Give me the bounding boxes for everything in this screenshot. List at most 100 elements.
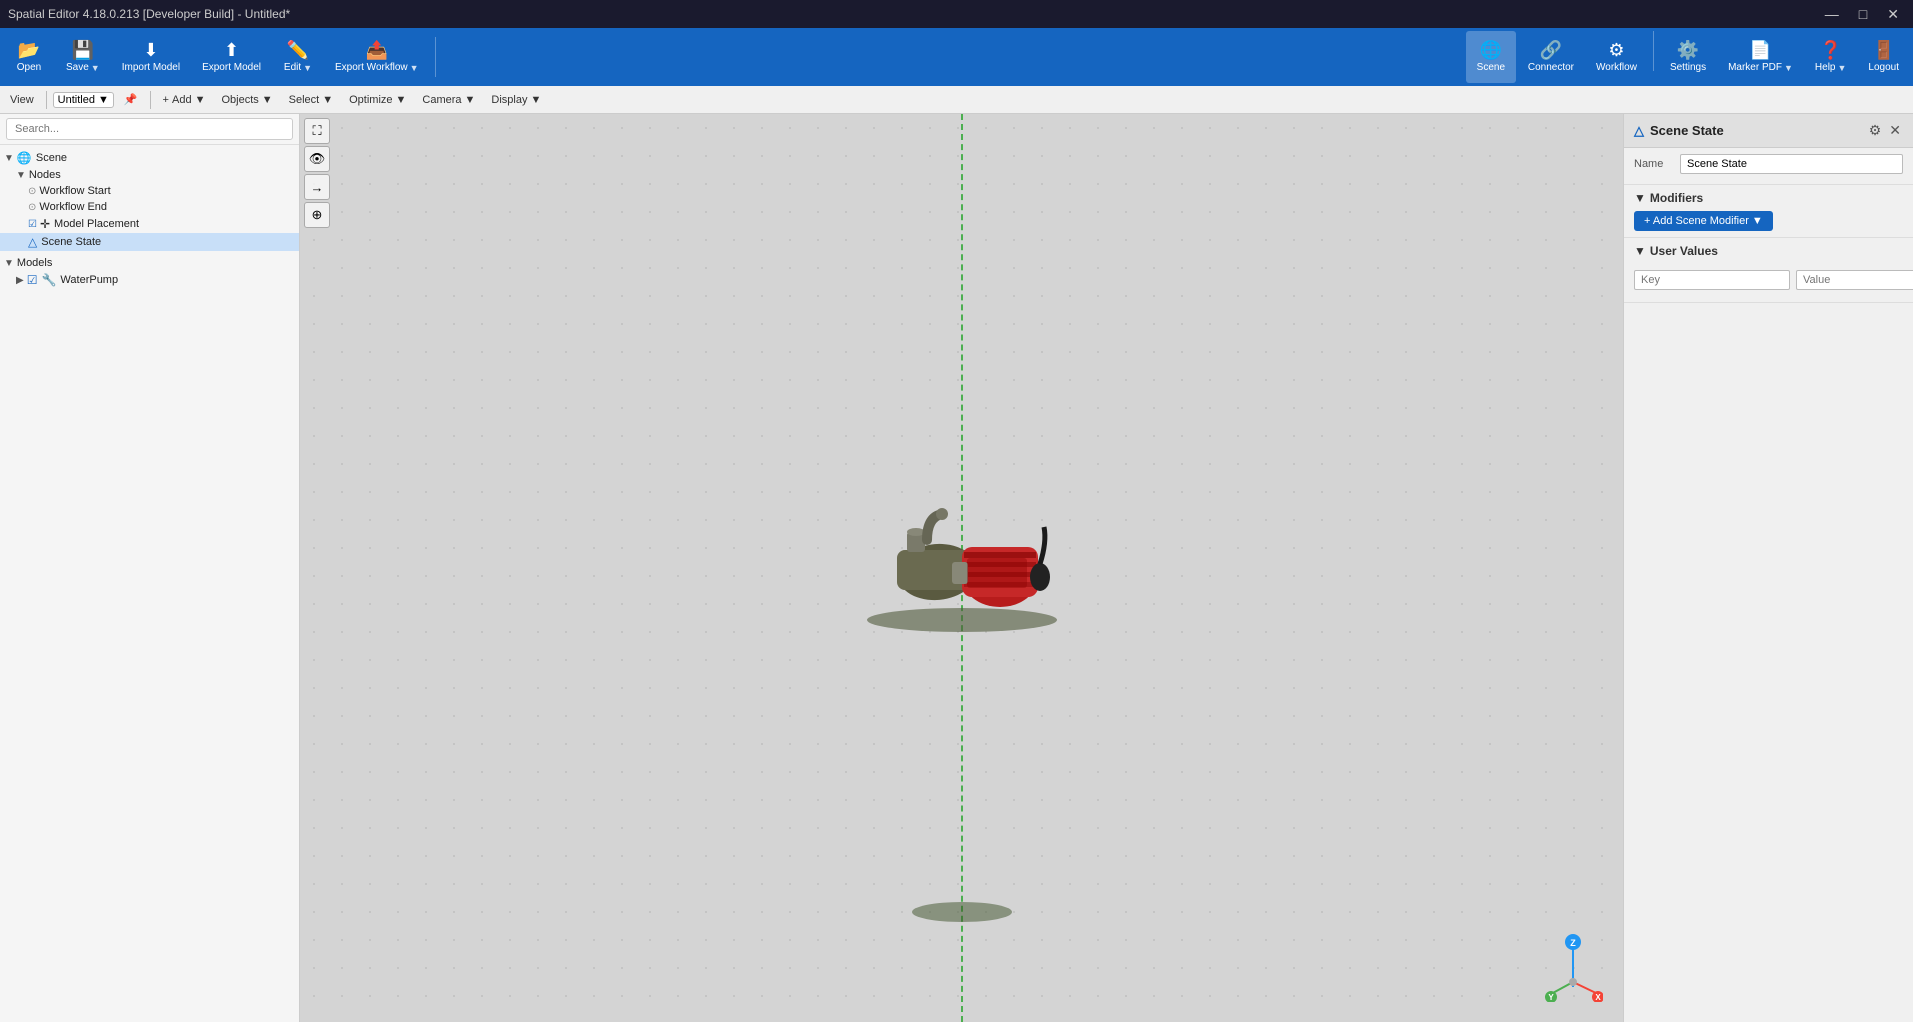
- objects-button[interactable]: Objects ▼: [215, 92, 278, 108]
- pin-button[interactable]: 📌: [118, 91, 144, 108]
- main-toolbar: 📂 Open 💾 Save ▼ ⬇ Import Model ⬆ Export …: [0, 28, 1913, 86]
- display-button[interactable]: Display ▼: [485, 92, 547, 108]
- tree-nodes[interactable]: ▼ Nodes: [0, 167, 299, 183]
- name-section: Name: [1624, 148, 1913, 185]
- right-panel: △ Scene State ⚙ ✕ Name ▼ Modifiers + Add…: [1623, 114, 1913, 1022]
- panel-title-text: Scene State: [1650, 123, 1724, 138]
- main-layout: ▼ 🌐 Scene ▼ Nodes ⊙ Workflow Start ⊙ Wor…: [0, 114, 1913, 1022]
- panel-title-icon: △: [1634, 123, 1644, 139]
- pin-icon: 📌: [124, 93, 138, 106]
- panel-close-icon[interactable]: ✕: [1887, 120, 1903, 141]
- search-box: [0, 114, 299, 145]
- logout-button[interactable]: 🚪 Logout: [1858, 31, 1909, 83]
- name-input[interactable]: [1680, 154, 1903, 174]
- camera-label: Camera: [422, 94, 461, 106]
- workflow-end-icon: ⊙: [28, 202, 36, 213]
- modifiers-section: ▼ Modifiers + Add Scene Modifier ▼: [1624, 185, 1913, 238]
- user-values-section: ▼ User Values + Add: [1624, 238, 1913, 303]
- sec-sep-2: [150, 91, 151, 109]
- scene-state-icon: △: [28, 235, 37, 249]
- maximize-button[interactable]: □: [1853, 4, 1873, 25]
- import-model-button[interactable]: ⬇ Import Model: [112, 31, 190, 83]
- move-button[interactable]: →: [304, 174, 330, 200]
- model-placement-move-icon: ✛: [40, 217, 50, 231]
- toolbar-separator-2: [1653, 31, 1654, 71]
- settings-button[interactable]: ⚙️ Settings: [1660, 31, 1716, 83]
- tab-selector[interactable]: Untitled ▼: [53, 92, 114, 108]
- workflow-start-icon: ⊙: [28, 186, 36, 197]
- user-values-label: User Values: [1650, 244, 1718, 258]
- view-button[interactable]: View: [4, 92, 40, 108]
- open-button[interactable]: 📂 Open: [4, 31, 54, 83]
- zoom-button[interactable]: ⊕: [304, 202, 330, 228]
- tree-models[interactable]: ▼ Models: [0, 255, 299, 271]
- close-button[interactable]: ✕: [1881, 4, 1905, 25]
- select-button[interactable]: Select ▼: [283, 92, 339, 108]
- user-values-row: + Add: [1634, 264, 1903, 296]
- svg-text:Y: Y: [1548, 993, 1554, 1002]
- display-arrow: ▼: [531, 94, 542, 106]
- scene-tree-icon: 🌐: [17, 151, 32, 165]
- key-input[interactable]: [1634, 270, 1790, 290]
- panel-header-controls: ⚙ ✕: [1867, 120, 1903, 141]
- tree-water-pump[interactable]: ▶ ☑ 🔧 WaterPump: [0, 271, 299, 289]
- optimize-arrow: ▼: [396, 94, 407, 106]
- nodes-chevron-icon: ▼: [16, 170, 26, 181]
- window-controls: — □ ✕: [1819, 4, 1905, 25]
- name-field: Name: [1634, 154, 1903, 174]
- workflow-end-label: Workflow End: [39, 201, 107, 213]
- add-button[interactable]: + Add ▼: [157, 92, 212, 108]
- camera-arrow: ▼: [465, 94, 476, 106]
- tree-scene-state[interactable]: △ Scene State: [0, 233, 299, 251]
- settings-icon: ⚙️: [1677, 41, 1699, 59]
- camera-button[interactable]: Camera ▼: [416, 92, 481, 108]
- minimize-button[interactable]: —: [1819, 4, 1845, 25]
- sec-sep-1: [46, 91, 47, 109]
- save-button[interactable]: 💾 Save ▼: [56, 31, 110, 83]
- scene-icon: 🌐: [1480, 41, 1502, 59]
- scene-button[interactable]: 🌐 Scene: [1466, 31, 1516, 83]
- connector-button[interactable]: 🔗 Connector: [1518, 31, 1584, 83]
- tree-workflow-start[interactable]: ⊙ Workflow Start: [0, 183, 299, 199]
- add-modifier-label: + Add Scene Modifier: [1644, 215, 1749, 227]
- modifiers-label: Modifiers: [1650, 191, 1703, 205]
- marker-pdf-button[interactable]: 📄 Marker PDF ▼: [1718, 31, 1803, 83]
- toolbar-separator-1: [435, 37, 436, 77]
- optimize-button[interactable]: Optimize ▼: [343, 92, 412, 108]
- panel-title: △ Scene State: [1634, 123, 1724, 139]
- panel-settings-icon[interactable]: ⚙: [1867, 120, 1884, 141]
- help-button[interactable]: ❓ Help ▼: [1805, 31, 1857, 83]
- tree-workflow-end[interactable]: ⊙ Workflow End: [0, 199, 299, 215]
- search-input[interactable]: [6, 118, 293, 140]
- svg-text:Z: Z: [1570, 938, 1576, 948]
- workflow-button[interactable]: ⚙ Workflow: [1586, 31, 1647, 83]
- viewport[interactable]: ⛶ 👁 → ⊕ Z X Y: [300, 114, 1623, 1022]
- add-label: Add: [172, 94, 192, 106]
- add-modifier-button[interactable]: + Add Scene Modifier ▼: [1634, 211, 1773, 231]
- secondary-toolbar: View Untitled ▼ 📌 + Add ▼ Objects ▼ Sele…: [0, 86, 1913, 114]
- viewport-tools: ⛶ 👁 → ⊕: [304, 118, 330, 228]
- tree-scene[interactable]: ▼ 🌐 Scene: [0, 149, 299, 167]
- models-label: Models: [17, 257, 52, 269]
- workflow-start-label: Workflow Start: [39, 185, 110, 197]
- help-arrow: ▼: [1837, 63, 1846, 73]
- eye-view-button[interactable]: 👁: [304, 146, 330, 172]
- name-label: Name: [1634, 158, 1674, 170]
- water-pump-model-icon: 🔧: [41, 273, 56, 287]
- fullscreen-button[interactable]: ⛶: [304, 118, 330, 144]
- export-workflow-button[interactable]: 📤 Export Workflow ▼: [325, 31, 429, 83]
- models-chevron-icon: ▼: [4, 258, 14, 269]
- user-values-header[interactable]: ▼ User Values: [1634, 244, 1903, 258]
- modifiers-header[interactable]: ▼ Modifiers: [1634, 191, 1903, 205]
- export-workflow-arrow-icon: ▼: [410, 63, 419, 73]
- logout-icon: 🚪: [1872, 41, 1894, 59]
- value-input[interactable]: [1796, 270, 1913, 290]
- export-workflow-icon: 📤: [366, 41, 388, 59]
- tab-name: Untitled: [58, 94, 95, 106]
- edit-button[interactable]: ✏️ Edit ▼: [273, 31, 323, 83]
- export-model-button[interactable]: ⬆ Export Model: [192, 31, 271, 83]
- select-label: Select: [289, 94, 320, 106]
- scene-label: Scene: [36, 152, 67, 164]
- objects-arrow: ▼: [262, 94, 273, 106]
- tree-model-placement[interactable]: ☑ ✛ Model Placement: [0, 215, 299, 233]
